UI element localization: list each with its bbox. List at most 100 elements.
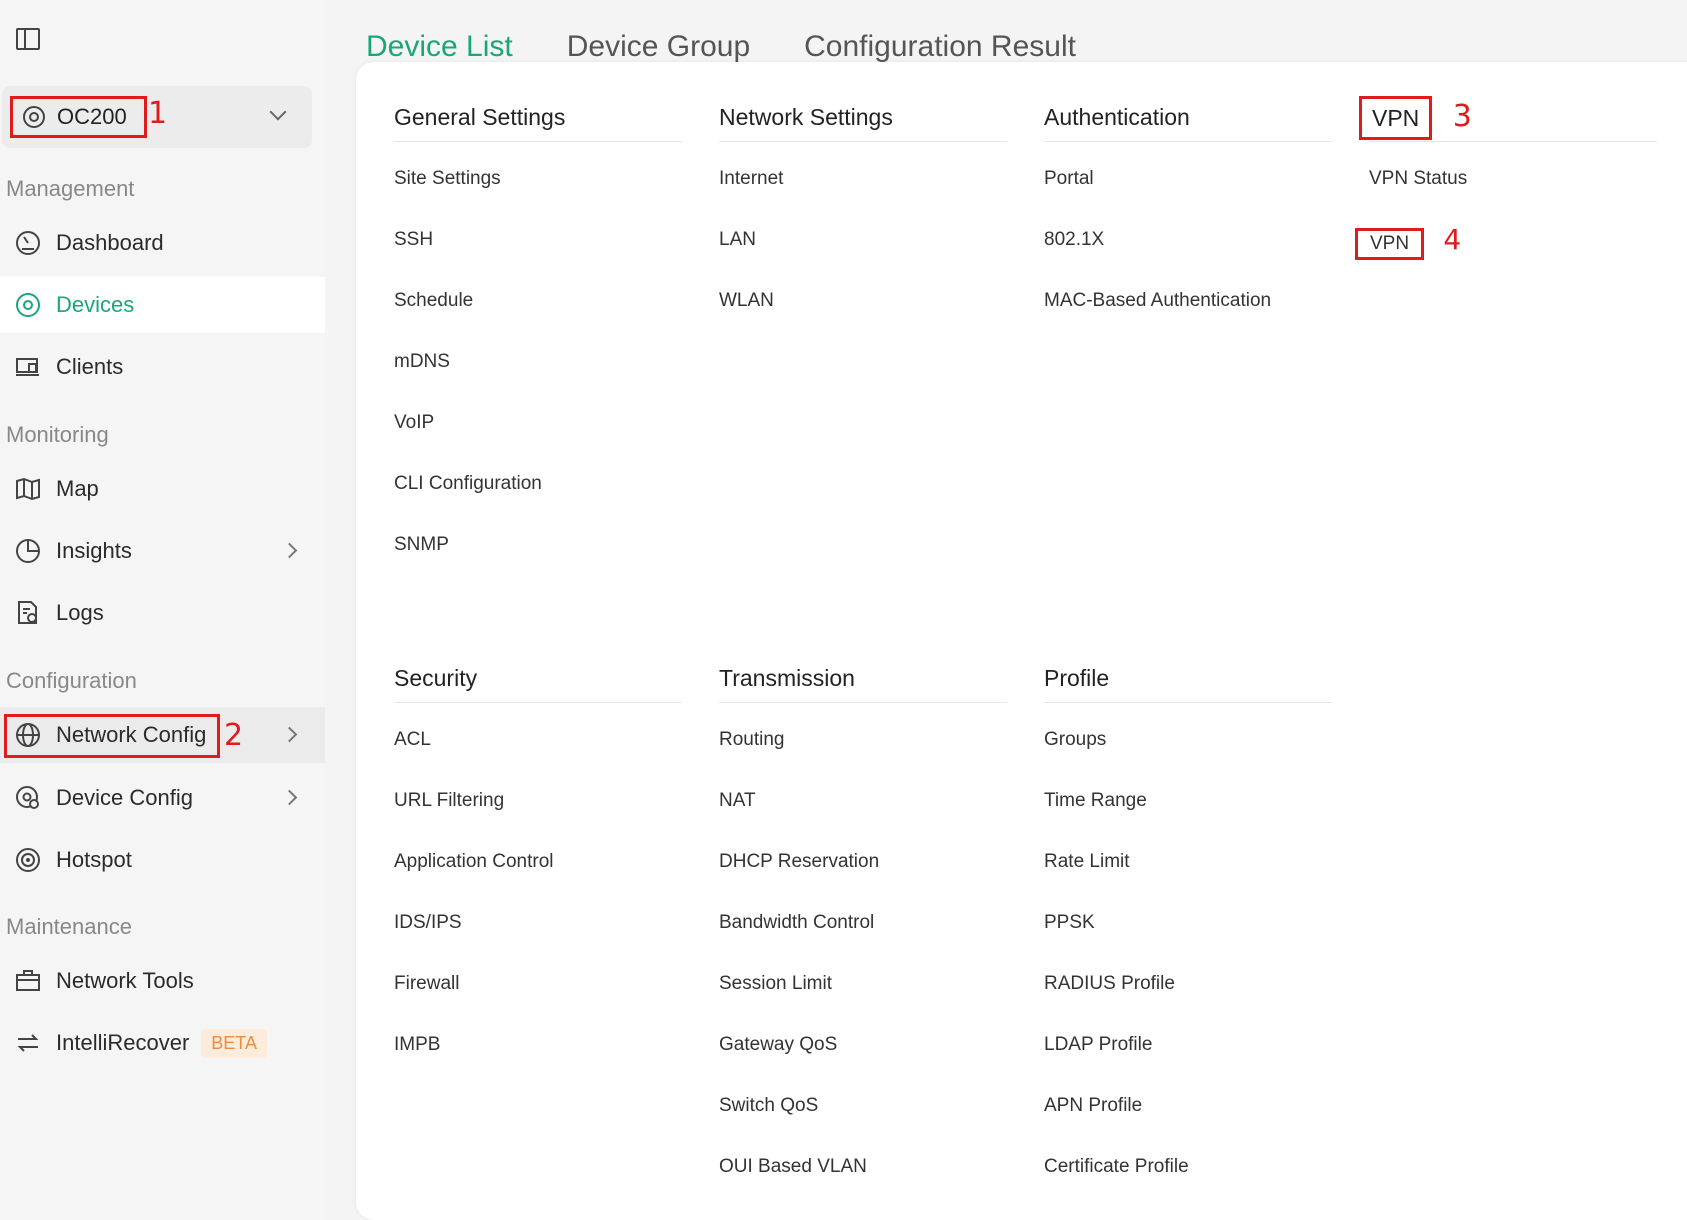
menu-item-ids-ips[interactable]: IDS/IPS xyxy=(394,892,682,953)
network-config-menu: General Settings Site Settings SSH Sched… xyxy=(356,62,1687,1220)
menu-item-acl[interactable]: ACL xyxy=(394,709,682,770)
menu-item-session-limit[interactable]: Session Limit xyxy=(719,953,1007,1014)
menu-item-site-settings[interactable]: Site Settings xyxy=(394,148,682,209)
chevron-right-icon xyxy=(281,542,298,559)
sidebar-item-label: Devices xyxy=(56,292,135,317)
chevron-right-icon xyxy=(281,726,298,743)
devices-icon xyxy=(14,291,42,319)
menu-item-firewall[interactable]: Firewall xyxy=(394,953,682,1014)
menu-item-wlan[interactable]: WLAN xyxy=(719,270,1007,331)
sidebar-item-insights[interactable]: Insights xyxy=(0,523,325,579)
dashboard-icon xyxy=(14,229,42,257)
menu-item-ldap-profile[interactable]: LDAP Profile xyxy=(1044,1014,1332,1075)
menu-item-ppsk[interactable]: PPSK xyxy=(1044,892,1332,953)
section-management: Management xyxy=(6,176,135,201)
group-title: General Settings xyxy=(394,92,682,142)
menu-item-vpn[interactable]: VPN 4 xyxy=(1355,209,1657,270)
menu-item-url-filtering[interactable]: URL Filtering xyxy=(394,770,682,831)
group-security: Security ACL URL Filtering Application C… xyxy=(394,653,682,1075)
section-configuration: Configuration xyxy=(6,668,137,693)
menu-item-rate-limit[interactable]: Rate Limit xyxy=(1044,831,1332,892)
section-maintenance: Maintenance xyxy=(6,914,132,939)
sidebar-item-hotspot[interactable]: Hotspot xyxy=(0,832,325,888)
menu-item-dhcp-reservation[interactable]: DHCP Reservation xyxy=(719,831,1007,892)
logs-icon xyxy=(14,599,42,627)
menu-item-mdns[interactable]: mDNS xyxy=(394,331,682,392)
annotation-2: 2 xyxy=(224,718,244,753)
annotation-3: 3 xyxy=(1452,99,1472,134)
sidebar-item-label: Clients xyxy=(56,354,124,379)
sidebar-item-map[interactable]: Map xyxy=(0,461,325,517)
sidebar-item-label: Map xyxy=(56,476,99,501)
sidebar: OC200 1 Management Dashboard Devices Cli… xyxy=(0,0,325,1220)
menu-item-8021x[interactable]: 802.1X xyxy=(1044,209,1332,270)
sidebar-item-devices[interactable]: Devices xyxy=(0,277,325,333)
menu-item-portal[interactable]: Portal xyxy=(1044,148,1332,209)
group-title: Authentication xyxy=(1044,92,1332,142)
menu-item-voip[interactable]: VoIP xyxy=(394,392,682,453)
hotspot-icon xyxy=(14,846,42,874)
menu-item-certificate-profile[interactable]: Certificate Profile xyxy=(1044,1136,1332,1197)
menu-item-time-range[interactable]: Time Range xyxy=(1044,770,1332,831)
menu-item-cli-configuration[interactable]: CLI Configuration xyxy=(394,453,682,514)
menu-item-oui-based-vlan[interactable]: OUI Based VLAN xyxy=(719,1136,1007,1197)
menu-item-gateway-qos[interactable]: Gateway QoS xyxy=(719,1014,1007,1075)
sidebar-item-intellirecover[interactable]: IntelliRecover BETA xyxy=(0,1015,325,1071)
menu-item-mac-based-authentication[interactable]: MAC-Based Authentication xyxy=(1044,270,1332,331)
group-authentication: Authentication Portal 802.1X MAC-Based A… xyxy=(1044,92,1332,331)
sidebar-item-network-tools[interactable]: Network Tools xyxy=(0,953,325,1009)
sidebar-item-clients[interactable]: Clients xyxy=(0,339,325,395)
vpn-item-highlight: VPN xyxy=(1355,228,1425,260)
menu-item-internet[interactable]: Internet xyxy=(719,148,1007,209)
sync-icon xyxy=(14,1029,42,1057)
sidebar-item-label: Dashboard xyxy=(56,230,164,255)
clients-icon xyxy=(14,353,42,381)
group-title: Profile xyxy=(1044,653,1332,703)
sidebar-item-label: Network Tools xyxy=(56,968,194,993)
sidebar-item-label: Insights xyxy=(56,538,132,563)
group-title: VPN 3 xyxy=(1359,92,1657,142)
menu-item-ssh[interactable]: SSH xyxy=(394,209,682,270)
menu-item-vpn-status[interactable]: VPN Status xyxy=(1369,148,1657,209)
insights-icon xyxy=(14,537,42,565)
menu-item-groups[interactable]: Groups xyxy=(1044,709,1332,770)
site-selector[interactable]: OC200 1 xyxy=(2,86,312,148)
menu-item-bandwidth-control[interactable]: Bandwidth Control xyxy=(719,892,1007,953)
beta-badge: BETA xyxy=(201,1028,267,1058)
map-icon xyxy=(14,475,42,503)
site-name: OC200 xyxy=(57,104,127,129)
menu-item-radius-profile[interactable]: RADIUS Profile xyxy=(1044,953,1332,1014)
group-profile: Profile Groups Time Range Rate Limit PPS… xyxy=(1044,653,1332,1197)
sidebar-item-label: Logs xyxy=(56,600,104,625)
menu-item-apn-profile[interactable]: APN Profile xyxy=(1044,1075,1332,1136)
group-title: Network Settings xyxy=(719,92,1007,142)
menu-item-nat[interactable]: NAT xyxy=(719,770,1007,831)
menu-item-impb[interactable]: IMPB xyxy=(394,1014,682,1075)
group-network-settings: Network Settings Internet LAN WLAN xyxy=(719,92,1007,331)
group-general-settings: General Settings Site Settings SSH Sched… xyxy=(394,92,682,575)
menu-item-routing[interactable]: Routing xyxy=(719,709,1007,770)
menu-item-snmp[interactable]: SNMP xyxy=(394,514,682,575)
sidebar-item-logs[interactable]: Logs xyxy=(0,585,325,641)
location-pin-icon xyxy=(23,106,45,128)
sidebar-toggle-icon[interactable] xyxy=(16,28,40,50)
sidebar-item-label: IntelliRecover xyxy=(56,1030,190,1055)
menu-item-application-control[interactable]: Application Control xyxy=(394,831,682,892)
menu-item-switch-qos[interactable]: Switch QoS xyxy=(719,1075,1007,1136)
chevron-right-icon xyxy=(281,789,298,806)
menu-item-lan[interactable]: LAN xyxy=(719,209,1007,270)
chevron-down-icon xyxy=(269,103,287,121)
annotation-4: 4 xyxy=(1443,223,1462,256)
device-config-icon xyxy=(14,784,42,812)
menu-item-schedule[interactable]: Schedule xyxy=(394,270,682,331)
sidebar-item-device-config[interactable]: Device Config xyxy=(0,770,325,826)
vpn-title-highlight: VPN xyxy=(1359,96,1433,140)
sidebar-item-dashboard[interactable]: Dashboard xyxy=(0,215,325,271)
sidebar-item-label: Device Config xyxy=(56,785,193,810)
toolbox-icon xyxy=(14,967,42,995)
group-transmission: Transmission Routing NAT DHCP Reservatio… xyxy=(719,653,1007,1197)
sidebar-item-label: Hotspot xyxy=(56,847,132,872)
group-title: Security xyxy=(394,653,682,703)
group-vpn: VPN 3 VPN Status VPN 4 xyxy=(1355,92,1657,270)
section-monitoring: Monitoring xyxy=(6,422,109,447)
